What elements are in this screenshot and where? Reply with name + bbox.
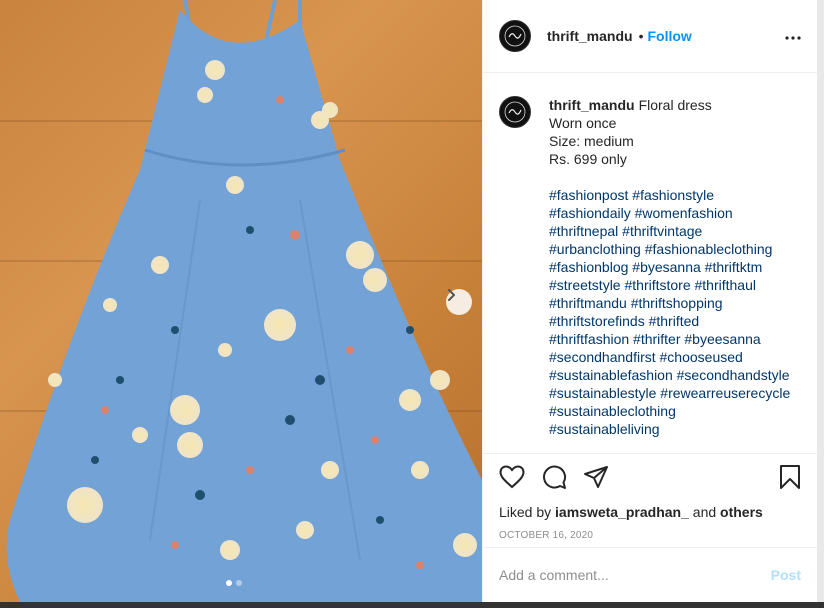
caption-avatar[interactable] — [499, 96, 531, 128]
action-icons — [499, 464, 801, 490]
liked-by-and: and — [692, 504, 717, 520]
comment-bar: Post — [483, 547, 817, 602]
follow-button[interactable]: Follow — [647, 28, 691, 44]
hashtag-line[interactable]: #thriftmandu #thriftshopping — [549, 294, 790, 312]
liked-by-text: Liked by iamsweta_pradhan_ and others — [499, 504, 801, 520]
caption-line: Worn once — [549, 115, 617, 131]
post-date[interactable]: OCTOBER 16, 2020 — [499, 530, 801, 541]
carousel-dot — [236, 580, 242, 586]
hashtag-line[interactable]: #secondhandfirst #chooseused — [549, 348, 790, 366]
share-icon[interactable] — [583, 465, 609, 489]
hashtag-line[interactable]: #sustainableclothing — [549, 402, 790, 420]
caption-text-line: Floral dress — [638, 97, 712, 113]
post-details-panel: thrift_mandu • Follow thrift_mandu Floral… — [482, 0, 817, 602]
hashtag-line[interactable]: #sustainableliving — [549, 420, 790, 438]
carousel-indicator — [226, 580, 242, 586]
post-photo[interactable] — [0, 0, 482, 602]
post-header: thrift_mandu • Follow — [483, 0, 817, 73]
window-edge — [817, 0, 824, 602]
hashtag-line[interactable]: #fashionblog #byesanna #thriftktm — [549, 258, 790, 276]
separator-dot: • — [638, 28, 644, 44]
dress-image — [6, 0, 482, 602]
hashtag-line[interactable]: #sustainablefashion #secondhandstyle — [549, 366, 790, 384]
next-slide-button[interactable] — [446, 289, 472, 315]
hashtag-line[interactable]: #streetstyle #thriftstore #thrifthaul — [549, 276, 790, 294]
bookmark-icon[interactable] — [779, 464, 801, 490]
post-actions: Liked by iamsweta_pradhan_ and others OC… — [483, 453, 817, 547]
heart-icon[interactable] — [499, 465, 525, 489]
avatar[interactable] — [499, 20, 531, 52]
hashtag-line[interactable]: #urbanclothing #fashionableclothing — [549, 240, 790, 258]
more-options-icon[interactable] — [785, 27, 801, 45]
hashtag-line[interactable]: #sustainablestyle #rewearreuserecycle — [549, 384, 790, 402]
comment-icon[interactable] — [541, 464, 567, 490]
hashtag-line[interactable]: #fashiondaily #womenfashion — [549, 204, 790, 222]
username[interactable]: thrift_mandu — [547, 28, 633, 44]
hashtag-line[interactable]: #fashionpost #fashionstyle — [549, 186, 790, 204]
liked-by-others[interactable]: others — [720, 504, 763, 520]
liked-by-prefix: Liked by — [499, 504, 552, 520]
hashtag-line[interactable]: #thriftstorefinds #thrifted — [549, 312, 790, 330]
post-caption: thrift_mandu Floral dress Worn once Size:… — [483, 74, 817, 454]
caption-line: thrift_mandu Floral dress — [549, 96, 790, 114]
caption-line: Size: medium — [549, 133, 634, 149]
post-comment-button[interactable]: Post — [771, 567, 801, 583]
hashtag-line[interactable]: #thriftfashion #thrifter #byeesanna — [549, 330, 790, 348]
instagram-post-modal: thrift_mandu • Follow thrift_mandu Floral… — [0, 0, 824, 608]
comment-input[interactable] — [499, 567, 771, 583]
hashtag-list: #fashionpost #fashionstyle #fashiondaily… — [549, 186, 790, 438]
window-edge — [0, 602, 824, 608]
liked-by-user[interactable]: iamsweta_pradhan_ — [555, 504, 689, 520]
caption-line: Rs. 699 only — [549, 151, 627, 167]
carousel-dot-active — [226, 580, 232, 586]
hashtag-line[interactable]: #thriftnepal #thriftvintage — [549, 222, 790, 240]
caption-text: thrift_mandu Floral dress Worn once Size:… — [549, 96, 790, 454]
caption-username[interactable]: thrift_mandu — [549, 97, 635, 113]
